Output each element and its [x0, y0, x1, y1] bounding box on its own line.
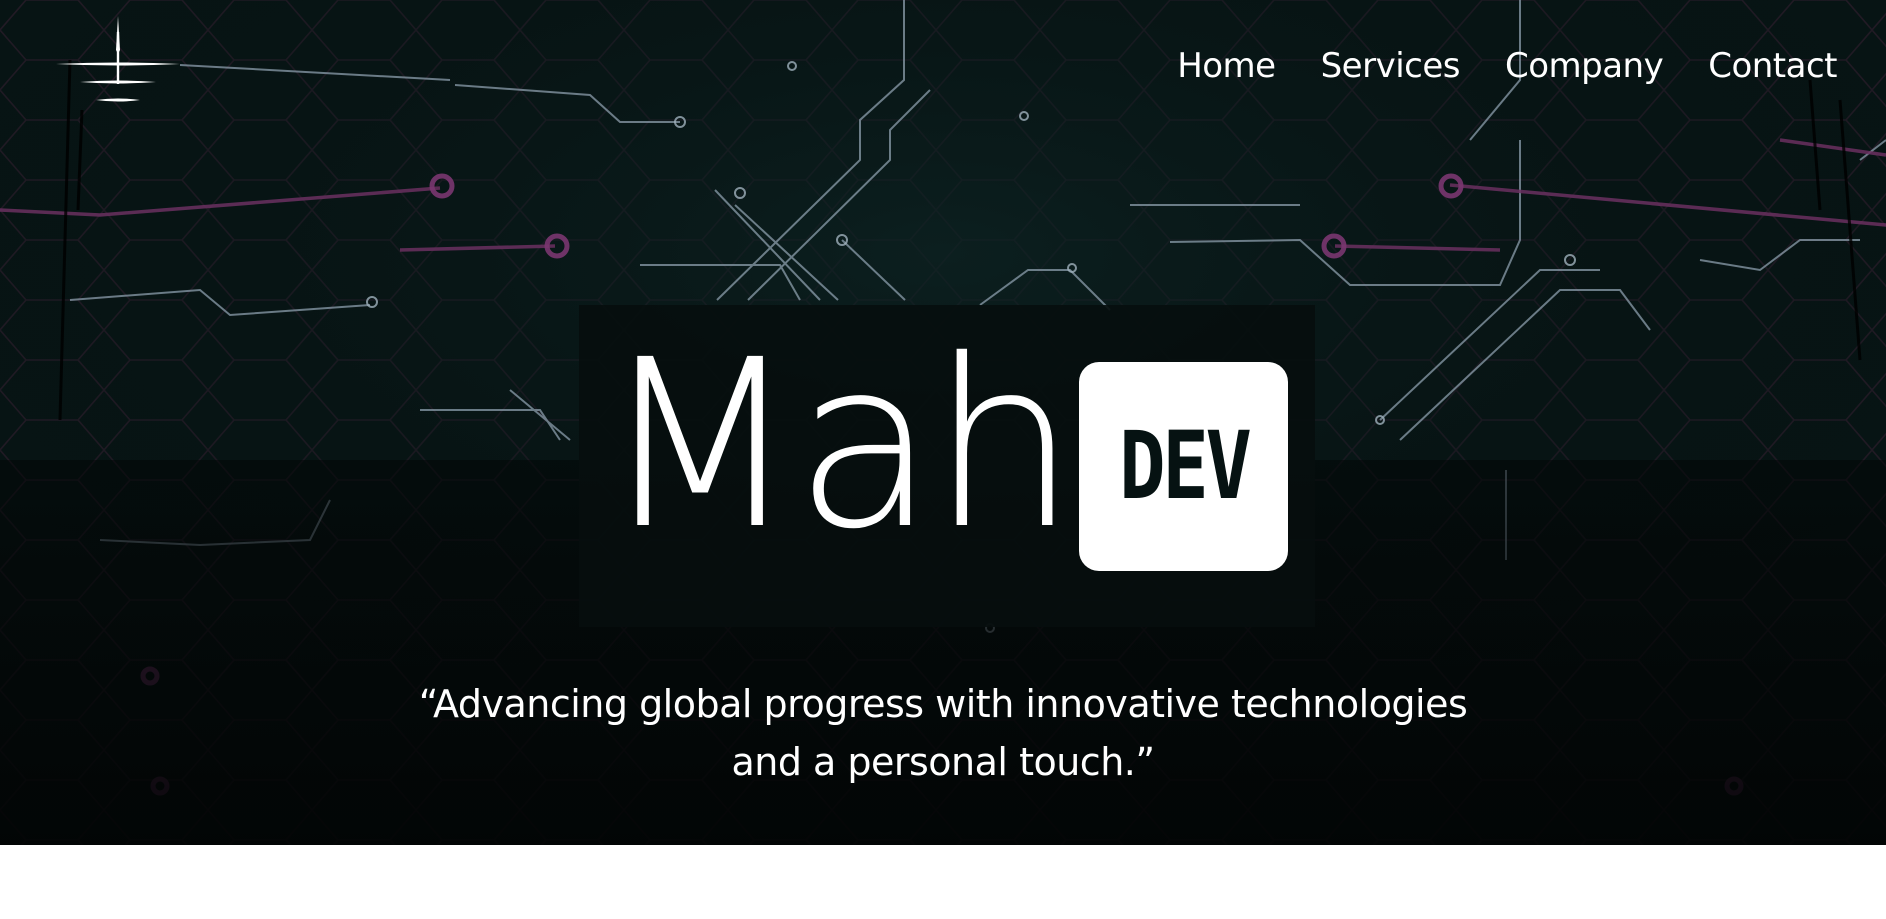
nav-link-company[interactable]: Company — [1505, 40, 1664, 92]
brand-badge-text: DEV — [1119, 411, 1252, 521]
tagline-line-2: and a personal touch.” — [731, 740, 1155, 784]
brand-badge: DEV — [1079, 361, 1289, 571]
hero-tagline: “Advancing global progress with innovati… — [343, 675, 1543, 791]
tagline-line-1: “Advancing global progress with innovati… — [418, 682, 1468, 726]
hero-section: Home Services Company Contact Mah DEV “A… — [0, 0, 1886, 845]
nav-link-home[interactable]: Home — [1177, 40, 1276, 92]
lighthouse-logo-icon[interactable] — [52, 14, 184, 106]
brand-logo: Mah DEV — [600, 329, 1289, 580]
nav-link-contact[interactable]: Contact — [1708, 40, 1837, 92]
nav-link-services[interactable]: Services — [1321, 40, 1461, 92]
brand-wordmark: Mah — [600, 310, 1077, 580]
main-navigation: Home Services Company Contact — [1177, 40, 1837, 92]
